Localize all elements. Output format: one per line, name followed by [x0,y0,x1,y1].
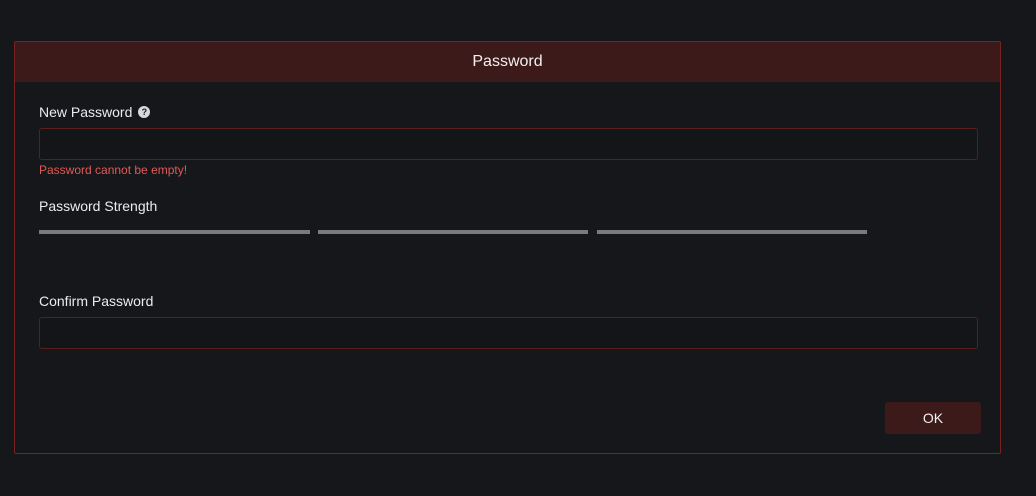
new-password-label: New Password [39,104,133,120]
strength-bar-segment-3 [597,230,867,234]
password-strength-label-text: Password Strength [39,198,158,214]
confirm-password-label: Confirm Password [39,293,154,309]
confirm-password-input[interactable] [39,317,978,349]
ok-button[interactable]: OK [885,402,981,434]
password-strength-label: Password Strength [39,198,157,214]
strength-bar-segment-1 [39,230,310,234]
confirm-password-label-row: Confirm Password [39,293,153,309]
dialog-title: Password [472,53,543,70]
question-circle-icon[interactable]: ? [138,106,151,118]
strength-bar-segment-2 [318,230,588,234]
new-password-error: Password cannot be empty! [39,163,188,177]
dialog-header: Password [15,42,1000,82]
new-password-input[interactable] [39,128,978,160]
password-dialog: Password New Password ? Password cannot … [14,41,1001,454]
new-password-label-row: New Password ? [39,104,151,120]
